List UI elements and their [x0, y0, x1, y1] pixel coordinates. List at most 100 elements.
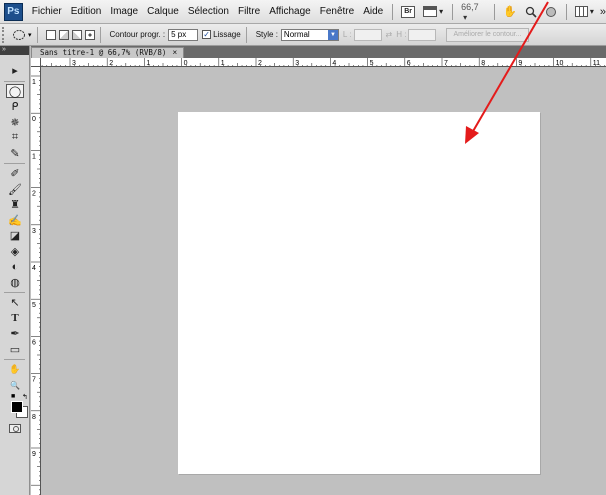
hand-tool[interactable]: ✋ — [0, 362, 30, 378]
arrange-icon — [574, 6, 588, 17]
zoom-level-field[interactable]: 66,7 ▾ — [461, 2, 485, 22]
rotate-view-icon — [545, 6, 556, 17]
menu-divider — [392, 3, 394, 20]
style-select[interactable]: Normal ▼ — [280, 28, 339, 41]
chevron-down-icon: ▾ — [28, 31, 32, 39]
ruler-label: 1 — [32, 153, 36, 160]
intersect-selection-icon[interactable] — [84, 29, 95, 40]
elliptical-marquee-tool[interactable]: ◯ — [0, 84, 30, 100]
bandage-icon: ✐ — [10, 168, 20, 181]
tool-preset-picker[interactable] — [11, 27, 27, 43]
close-icon[interactable]: × — [172, 48, 177, 58]
lasso-tool[interactable]: ᑭ — [0, 99, 30, 115]
antialias-label: Lissage — [213, 30, 241, 39]
path-selection-tool[interactable]: ↖ — [0, 295, 30, 311]
tools-panel-collapse[interactable]: » — [0, 46, 29, 55]
magnifier-icon — [525, 6, 537, 18]
chevron-down-icon: ▾ — [463, 12, 468, 22]
chevron-down-icon: ▼ — [327, 29, 338, 40]
pointer-icon: ↖ — [10, 297, 20, 310]
options-bar-grip[interactable] — [2, 26, 7, 43]
vertical-ruler-ticks: 1 0 1 2 3 4 5 6 7 8 9 — [31, 71, 40, 495]
ruler-label: 2 — [258, 60, 262, 67]
vertical-ruler[interactable]: 1 0 1 2 3 4 5 6 7 8 9 — [31, 67, 41, 495]
add-to-selection-icon[interactable] — [58, 29, 69, 40]
refine-edge-button[interactable]: Améliorer le contour... — [446, 27, 529, 42]
bridge-icon: Br — [401, 5, 416, 18]
menu-bar: Ps Fichier Edition Image Calque Sélectio… — [0, 0, 606, 24]
lasso-icon: ᑭ — [11, 101, 19, 114]
tools-divider — [4, 292, 25, 293]
healing-brush-tool[interactable]: ✐ — [0, 166, 30, 182]
menu-fichier[interactable]: Fichier — [32, 6, 62, 17]
feather-input[interactable]: 5 px — [168, 28, 199, 41]
ruler-label: 10 — [556, 60, 564, 67]
rectangle-tool[interactable]: ▭ — [0, 342, 30, 358]
horizontal-ruler[interactable]: 3 2 1 0 1 2 3 4 5 6 7 8 9 10 11 — [41, 58, 606, 67]
pen-tool[interactable]: ✒ — [0, 326, 30, 342]
ruler-label: 4 — [32, 265, 36, 272]
bridge-button[interactable]: Br — [401, 4, 416, 20]
menu-filtre[interactable]: Filtre — [238, 6, 260, 17]
hand-icon: ✋ — [9, 364, 21, 375]
menu-fenetre[interactable]: Fenêtre — [320, 6, 354, 17]
swap-colors-icon[interactable]: ↰ — [22, 393, 28, 401]
menu-edition[interactable]: Edition — [71, 6, 102, 17]
eyedropper-tool[interactable]: ✎ — [0, 146, 30, 162]
history-brush-tool[interactable]: ✍ — [0, 213, 30, 229]
eraser-tool[interactable]: ◪ — [0, 228, 30, 244]
clone-stamp-tool[interactable]: ♜ — [0, 197, 30, 213]
width-input[interactable] — [353, 28, 382, 41]
hand-icon: ✋ — [503, 6, 517, 18]
menu-calque[interactable]: Calque — [147, 6, 179, 17]
menu-overflow-button[interactable]: » — [600, 4, 606, 20]
paint-bucket-tool[interactable]: ◈ — [0, 244, 30, 260]
swap-dimensions-icon[interactable]: ⇄ — [386, 30, 393, 39]
ruler-label: 1 — [146, 60, 150, 67]
antialias-checkbox[interactable]: ✓ — [202, 30, 212, 39]
subtract-from-selection-icon[interactable] — [71, 29, 82, 40]
document-tab-title: Sans titre-1 @ 66,7% (RVB/8) — [40, 48, 167, 57]
blur-tool[interactable]: ◐ — [0, 259, 30, 275]
quick-mask-button[interactable] — [0, 421, 30, 435]
height-input[interactable] — [408, 28, 437, 41]
dodge-tool[interactable]: ◍ — [0, 275, 30, 291]
ruler-label: 11 — [593, 60, 600, 67]
document-canvas[interactable] — [178, 112, 540, 474]
ruler-label: 3 — [32, 228, 36, 235]
screen-mode-icon — [423, 6, 438, 17]
zoom-tool[interactable]: 🔍 — [0, 378, 30, 394]
menu-image[interactable]: Image — [110, 6, 138, 17]
rotate-view-button[interactable] — [545, 4, 557, 20]
options-divider — [36, 26, 38, 43]
stamp-icon: ♜ — [10, 199, 20, 212]
zoom-tool-button[interactable] — [525, 4, 537, 20]
options-divider — [245, 26, 247, 43]
bucket-icon: ◈ — [10, 245, 20, 258]
document-tab[interactable]: Sans titre-1 @ 66,7% (RVB/8) × — [31, 47, 185, 58]
menu-affichage[interactable]: Affichage — [269, 6, 311, 17]
tools-panel: » ▸ ◯ ᑭ ✵ ⌗ ✎ ✐ 🖌 ♜ ✍ ◪ ◈ ◐ ◍ ↖ T ✒ ▭ ✋ … — [0, 46, 30, 495]
type-tool[interactable]: T — [0, 311, 30, 327]
brush-tool[interactable]: 🖌 — [0, 182, 30, 198]
ruler-label: 7 — [32, 377, 36, 384]
arrange-documents-button[interactable]: ▾ — [574, 4, 594, 20]
default-colors-icon[interactable]: ■ — [11, 393, 15, 400]
new-selection-icon[interactable] — [45, 29, 56, 40]
history-brush-icon: ✍ — [8, 214, 22, 227]
menu-aide[interactable]: Aide — [363, 6, 383, 17]
ruler-origin[interactable] — [31, 58, 41, 67]
move-tool[interactable]: ▸ — [0, 63, 30, 79]
foreground-color-swatch[interactable] — [11, 401, 23, 413]
magic-wand-tool[interactable]: ✵ — [0, 115, 30, 131]
hand-tool-button[interactable]: ✋ — [503, 4, 517, 20]
menu-selection[interactable]: Sélection — [188, 6, 229, 17]
ruler-label: 5 — [370, 60, 374, 67]
ruler-label: 5 — [32, 302, 36, 309]
drop-icon: ◐ — [11, 260, 19, 273]
screen-mode-button[interactable]: ▾ — [423, 4, 443, 20]
crop-tool[interactable]: ⌗ — [0, 130, 30, 146]
menu-divider — [494, 3, 496, 20]
ruler-label: 7 — [444, 60, 448, 67]
height-label: H : — [396, 30, 407, 39]
